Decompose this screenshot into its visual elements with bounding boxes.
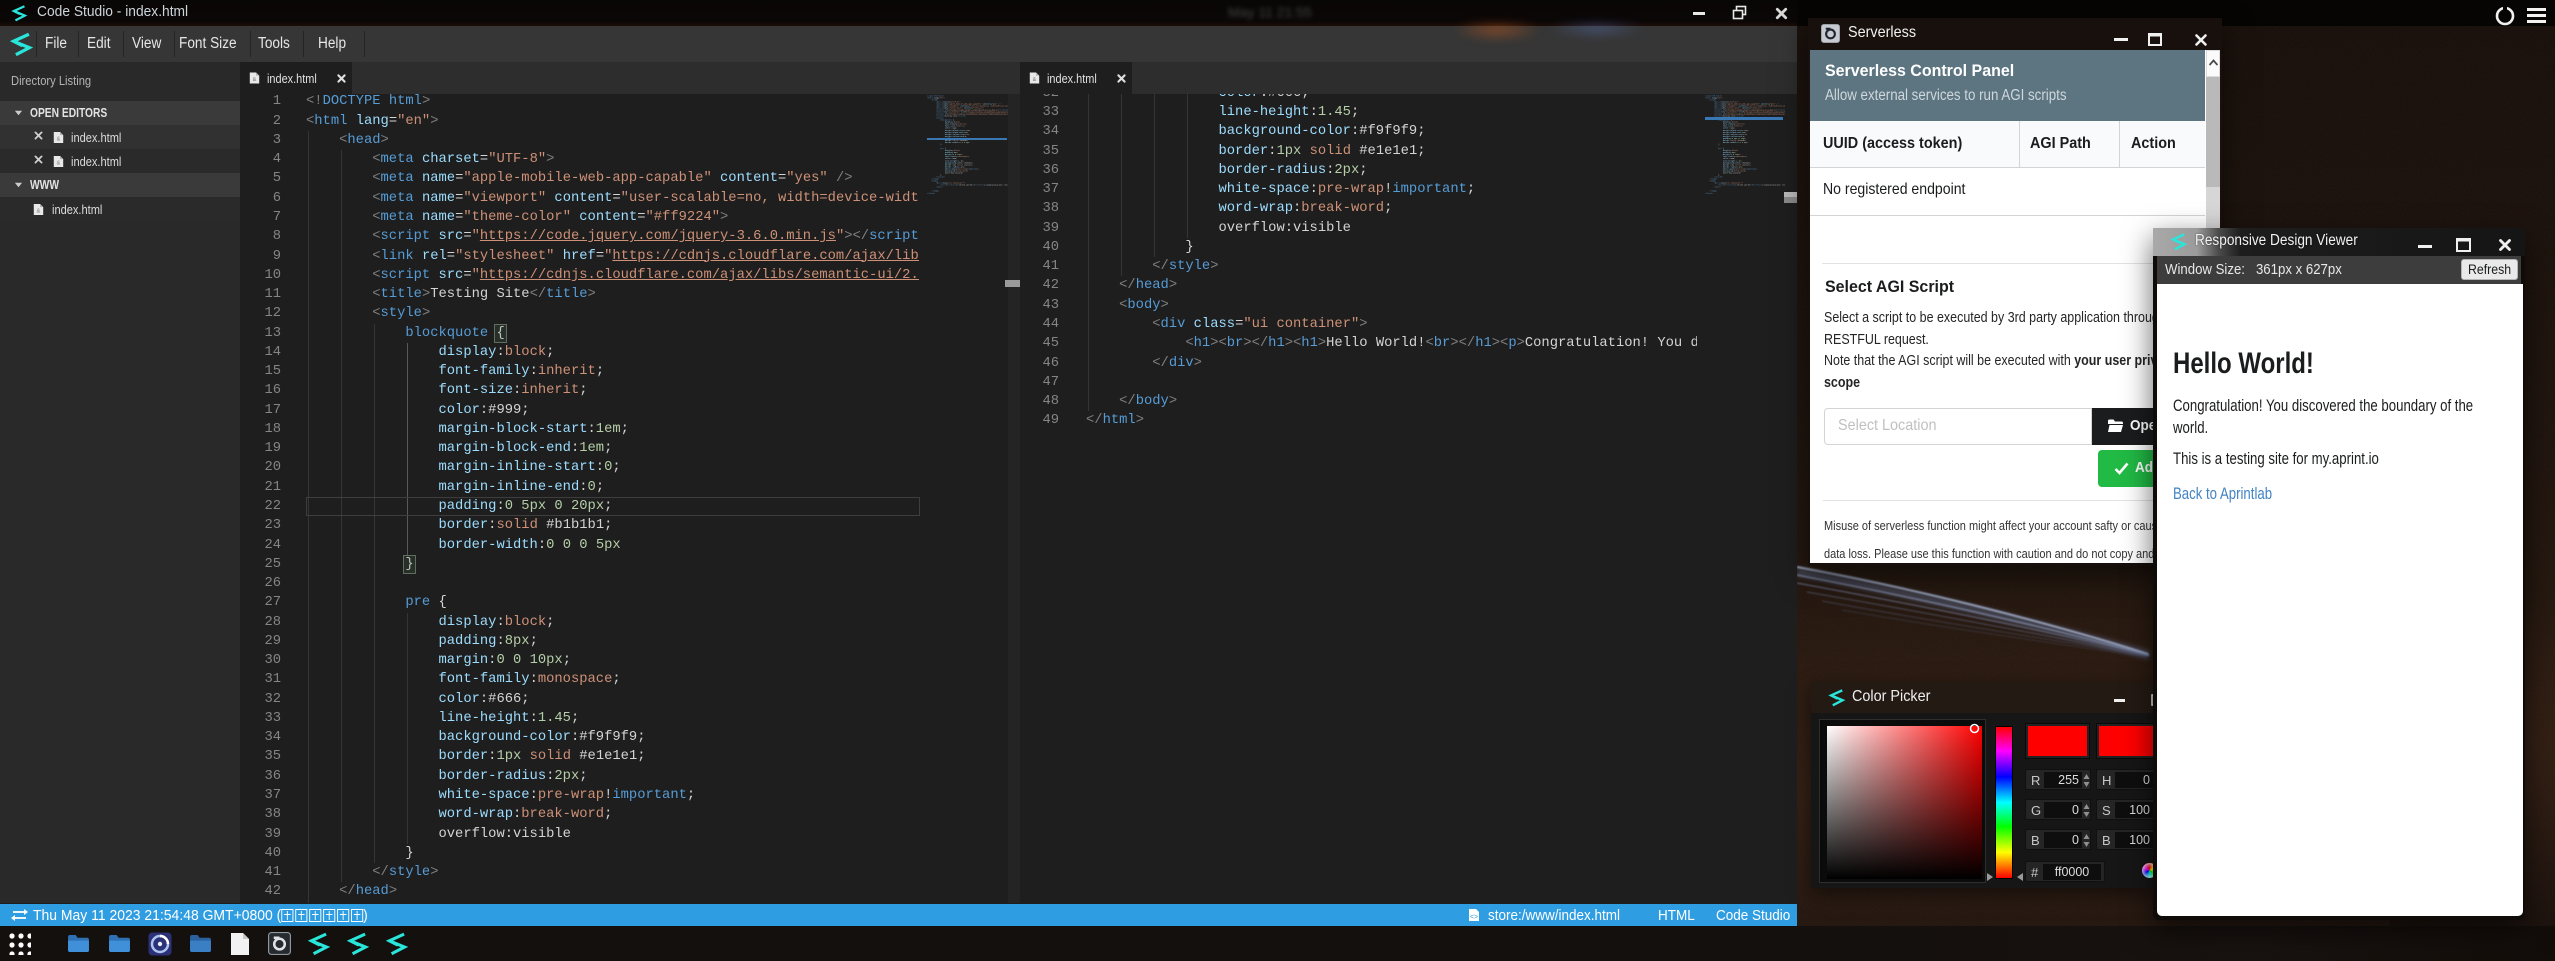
svg-text:&: & [57,136,61,142]
svg-text:&: & [57,160,61,166]
svg-text:<>: <> [1470,914,1478,921]
svg-text:&: & [1033,77,1037,83]
svg-text:&: & [37,208,41,214]
svg-text:&: & [253,77,257,83]
